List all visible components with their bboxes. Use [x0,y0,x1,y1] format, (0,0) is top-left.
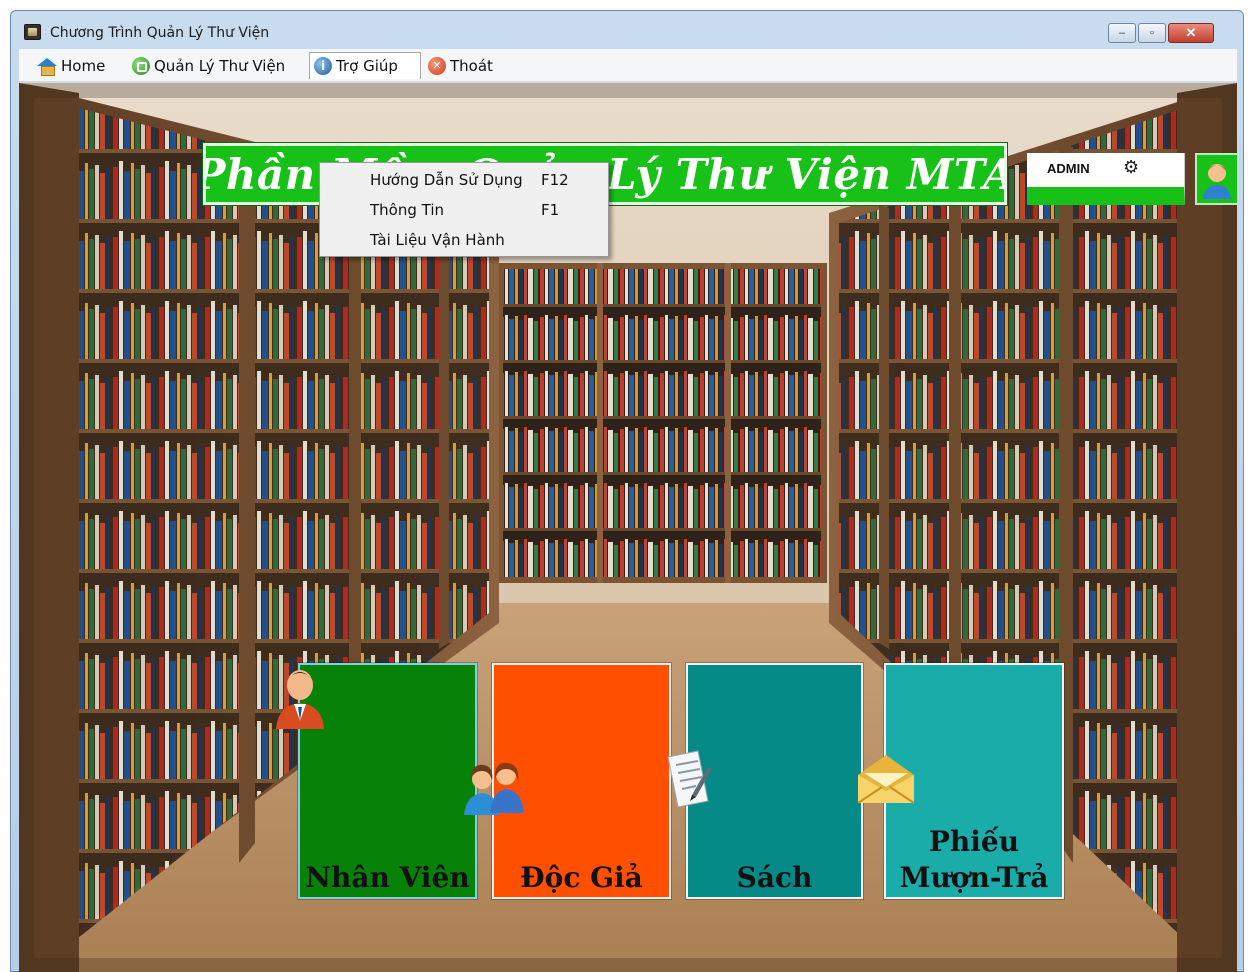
tile-employee[interactable]: Nhân Viên [276,663,477,899]
window-title: Chương Trình Quản Lý Thư Viện [50,25,270,41]
readers-icon [464,762,524,815]
menu-library-management[interactable]: Quản Lý Thư Viện [128,52,303,79]
close-button[interactable]: ✕ [1168,23,1214,43]
tile-loan-slips-label-line1: Phiếu [928,825,1020,858]
app-icon [24,24,41,40]
tile-employee-label: Nhân Viên [305,861,470,894]
tile-readers-label: Độc Giả [520,861,643,894]
menu-item-info[interactable]: Thông Tin F1 [322,196,607,224]
exit-icon [428,56,446,75]
menu-item-user-guide-shortcut: F12 [541,171,569,189]
gear-icon[interactable]: ⚙ [1123,158,1139,176]
title-bar[interactable]: Chương Trình Quản Lý Thư Viện – ▫ ✕ [11,11,1243,49]
tile-readers[interactable]: Độc Giả [464,663,671,899]
library-icon [132,56,150,75]
employee-icon [276,670,324,729]
menu-home[interactable]: Home [33,52,115,79]
menu-help-label: Trợ Giúp [336,57,398,75]
menu-item-user-guide[interactable]: Hướng Dẫn Sử Dụng F12 [322,166,607,194]
menu-item-info-shortcut: F1 [541,201,560,219]
username-label: ADMIN [1047,161,1090,176]
tile-loan-slips-label-line2: Mượn-Trả [899,861,1049,894]
menu-exit-label: Thoát [450,56,493,75]
document-icon [667,750,712,808]
main-window: Chương Trình Quản Lý Thư Viện – ▫ ✕ Home… [10,10,1244,972]
menu-item-operation-docs[interactable]: Tài Liệu Vận Hành [322,226,607,254]
tile-books[interactable]: Sách [667,663,863,899]
user-box[interactable]: ADMIN ⚙ [1027,153,1185,205]
menu-library-label: Quản Lý Thư Viện [154,56,286,75]
menu-bar: Home Quản Lý Thư Viện Trợ Giúp Thoát [19,49,1237,82]
menu-exit[interactable]: Thoát [424,52,514,79]
tile-books-label: Sách [736,861,813,894]
home-panel: Phần Mềm Quản Lý Thư Viện MTA ADMIN ⚙ Nh [19,83,1237,972]
menu-home-label: Home [61,56,106,75]
help-dropdown-menu: Hướng Dẫn Sử Dụng F12 Thông Tin F1 Tài L… [319,162,609,257]
menu-item-operation-docs-label: Tài Liệu Vận Hành [370,231,505,249]
info-icon [314,57,332,75]
maximize-button[interactable]: ▫ [1138,23,1166,43]
minimize-button[interactable]: – [1108,23,1136,43]
user-avatar-icon[interactable] [1195,153,1237,205]
envelope-icon [857,755,915,804]
menu-help[interactable]: Trợ Giúp [309,52,421,79]
home-icon [37,57,57,76]
tile-loan-slips[interactable]: Phiếu Mượn-Trả [857,663,1064,899]
menu-item-user-guide-label: Hướng Dẫn Sử Dụng [370,171,523,189]
menu-item-info-label: Thông Tin [370,201,445,219]
